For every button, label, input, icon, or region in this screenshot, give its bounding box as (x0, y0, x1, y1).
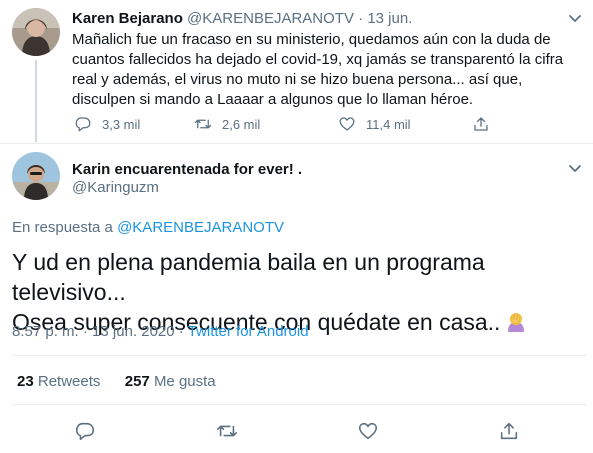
tweet2-time[interactable]: 8:57 p. m. (12, 323, 79, 340)
share-icon (500, 422, 518, 440)
woman-facepalming-emoji (504, 310, 528, 334)
retweets-count: 23 (17, 373, 34, 390)
reply-prefix: En respuesta a (12, 219, 118, 236)
like-icon (339, 117, 355, 131)
tweet2-reply-button[interactable] (74, 420, 96, 442)
tweet1-text: Mañalich fue un fracaso en su ministerio… (72, 31, 564, 108)
reply-context: En respuesta a @KARENBEJARANOTV (12, 218, 284, 238)
avatar-karen-bejarano[interactable] (12, 8, 60, 56)
tweet1-separator: · (358, 10, 364, 27)
retweet-icon (217, 425, 237, 437)
tweet1-like-count: 11,4 mil (366, 116, 411, 132)
meta-separator: · (78, 323, 93, 340)
tweet2-retweet-button[interactable] (216, 420, 238, 442)
tweet1-like-button[interactable]: 11,4 mil (338, 115, 472, 133)
retweets-label: Retweets (37, 373, 101, 390)
tweet2-source-link[interactable]: Twitter for Android (188, 323, 309, 340)
tweet1-author-name[interactable]: Karen Bejarano (72, 10, 183, 27)
reply-icon (75, 422, 95, 441)
reply-to-handle-link[interactable]: @KARENBEJARANOTV (117, 219, 284, 236)
tweet1-more-chevron-icon[interactable] (565, 8, 585, 28)
retweets-stat[interactable]: 23 Retweets (17, 373, 100, 390)
tweet2-text-line1: Y ud en plena pandemia baila en un progr… (12, 249, 485, 305)
avatar-karin[interactable] (12, 152, 60, 200)
like-icon (358, 422, 378, 440)
tweet2-meta: 8:57 p. m. · 13 jun. 2020 · Twitter for … (12, 322, 309, 342)
tweet1-reply-button[interactable]: 3,3 mil (74, 115, 194, 133)
tweet1-actions: 3,3 mil 2,6 mil 11,4 mil (74, 115, 500, 133)
tweet2-share-button[interactable] (498, 420, 520, 442)
tweet1-reply-count: 3,3 mil (102, 116, 141, 132)
tweet1-header: Karen Bejarano @KARENBEJARANOTV · 13 jun… (72, 10, 412, 28)
tweet2-actions (0, 420, 593, 442)
tweet-divider (0, 143, 593, 144)
tweet1-date[interactable]: 13 jun. (367, 10, 412, 27)
tweet1-share-button[interactable] (472, 115, 500, 133)
reply-icon (75, 117, 91, 132)
retweet-icon (194, 119, 212, 129)
tweet1-retweet-button[interactable]: 2,6 mil (194, 115, 338, 133)
tweet2-author-name[interactable]: Karin encuarentenada for ever! . (72, 160, 302, 180)
meta-separator: · (174, 323, 188, 340)
stats-divider-bottom (12, 404, 587, 405)
share-icon (474, 117, 488, 131)
likes-count: 257 (124, 373, 150, 390)
stats-divider-top (12, 355, 587, 356)
likes-stat[interactable]: 257 Me gusta (125, 373, 216, 390)
tweet1-author-handle[interactable]: @KARENBEJARANOTV (187, 10, 354, 27)
tweet2-date[interactable]: 13 jun. 2020 (92, 323, 175, 340)
likes-label: Me gusta (153, 373, 216, 390)
tweet2-author-handle[interactable]: @Karinguzm (72, 178, 159, 198)
tweet2-more-chevron-icon[interactable] (565, 158, 585, 178)
tweet2-like-button[interactable] (357, 420, 379, 442)
tweet2-stats: 23 Retweets 257 Me gusta (17, 372, 216, 392)
tweet1-retweet-count: 2,6 mil (222, 116, 261, 132)
thread-connector-line (35, 60, 37, 142)
